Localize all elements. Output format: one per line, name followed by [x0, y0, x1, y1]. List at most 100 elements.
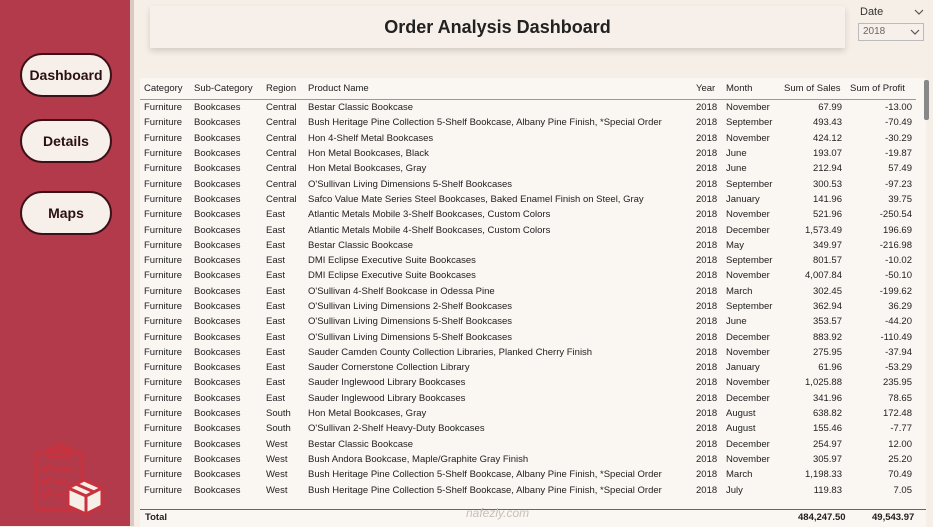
- table-cell: 638.82: [812, 408, 842, 420]
- table-cell: Bookcases: [194, 438, 241, 450]
- table-cell: O'Sullivan 4-Shelf Bookcase in Odessa Pi…: [308, 285, 495, 297]
- table-row[interactable]: Furniture Bookcases West Bush Heritage Pine…: [140, 482, 916, 497]
- data-table-container[interactable]: Category Sub-Category Region Product Nam…: [140, 78, 926, 526]
- table-cell: O'Sullivan Living Dimensions 5-Shelf Boo…: [308, 316, 513, 328]
- nav-details-button[interactable]: Details: [20, 119, 112, 163]
- column-header[interactable]: Region: [262, 78, 304, 100]
- orders-table: Category Sub-Category Region Product Nam…: [140, 78, 916, 498]
- table-cell: November: [726, 270, 770, 282]
- table-cell: Furniture: [144, 301, 183, 312]
- column-header[interactable]: Sum of Sales: [780, 78, 846, 100]
- table-cell: Furniture: [144, 148, 183, 160]
- table-row[interactable]: Furniture Bookcases Central Bestar Classic …: [140, 100, 916, 116]
- table-cell: Bookcases: [194, 102, 241, 114]
- table-cell: DMI Eclipse Executive Suite Bookcases: [308, 255, 476, 267]
- table-cell: 2018: [696, 392, 718, 404]
- table-cell: -30.29: [885, 132, 912, 144]
- column-header[interactable]: Month: [722, 78, 780, 100]
- table-cell: Sauder Camden County Collection Librarie…: [308, 346, 593, 358]
- nav-maps-button[interactable]: Maps: [20, 191, 112, 235]
- table-cell: 193.07: [812, 148, 842, 160]
- table-cell: 4,007.84: [805, 270, 842, 282]
- table-cell: 2018: [696, 102, 718, 114]
- table-cell: Bush Heritage Pine Collection 5-Shelf Bo…: [308, 117, 662, 129]
- table-cell: East: [266, 392, 286, 404]
- table-row[interactable]: Furniture Bookcases East O'Sullivan Living …: [140, 314, 916, 329]
- table-cell: November: [726, 346, 770, 358]
- table-cell: 2018: [696, 270, 718, 282]
- column-header[interactable]: Sum of Profit: [846, 78, 916, 100]
- table-cell: Hon Metal Bookcases, Gray: [308, 408, 427, 420]
- table-cell: 2018: [696, 438, 718, 450]
- table-cell: East: [266, 377, 286, 389]
- table-row[interactable]: Furniture Bookcases East O'Sullivan 4-Shelf…: [140, 284, 916, 299]
- table-row[interactable]: Furniture Bookcases Central Hon Metal Bookc…: [140, 146, 916, 161]
- column-header[interactable]: Year: [692, 78, 722, 100]
- table-cell: 305.97: [812, 453, 842, 465]
- chevron-down-icon[interactable]: [914, 8, 924, 16]
- table-cell: -44.20: [885, 316, 912, 328]
- table-row[interactable]: Furniture Bookcases East O'Sullivan Living …: [140, 329, 916, 344]
- table-cell: Furniture: [144, 423, 183, 435]
- column-header[interactable]: Sub-Category: [190, 78, 262, 100]
- table-row[interactable]: Furniture Bookcases Central Bush Heritage P…: [140, 115, 916, 130]
- table-row[interactable]: Furniture Bookcases East Sauder Cornerstone…: [140, 360, 916, 375]
- table-cell: 521.96: [812, 209, 842, 221]
- table-row[interactable]: Furniture Bookcases East O'Sullivan Living …: [140, 299, 916, 314]
- table-cell: Bookcases: [194, 346, 241, 358]
- table-row[interactable]: Furniture Bookcases East DMI Eclipse Execut…: [140, 268, 916, 283]
- table-cell: South: [266, 408, 291, 420]
- total-row: Total 484,247.50 49,543.97: [140, 509, 926, 527]
- table-cell: -7.77: [890, 423, 912, 435]
- table-cell: 172.48: [882, 408, 912, 420]
- table-row[interactable]: Furniture Bookcases East Bestar Classic Boo…: [140, 238, 916, 253]
- table-row[interactable]: Furniture Bookcases West Bush Andora Bookca…: [140, 452, 916, 467]
- table-cell: Central: [266, 163, 297, 175]
- table-row[interactable]: Furniture Bookcases West Bush Heritage Pine…: [140, 467, 916, 482]
- table-cell: January: [726, 362, 760, 374]
- table-cell: East: [266, 239, 286, 251]
- table-scrollbar[interactable]: [924, 80, 929, 120]
- date-filter-select[interactable]: 2018: [858, 23, 924, 41]
- table-cell: O'Sullivan Living Dimensions 5-Shelf Boo…: [308, 331, 513, 343]
- nav-dashboard-button[interactable]: Dashboard: [20, 53, 112, 97]
- table-row[interactable]: Furniture Bookcases East DMI Eclipse Execut…: [140, 253, 916, 268]
- table-row[interactable]: Furniture Bookcases East Sauder Inglewood L…: [140, 375, 916, 390]
- column-header[interactable]: Category: [140, 78, 190, 100]
- table-row[interactable]: Furniture Bookcases Central Safco Value Mat…: [140, 192, 916, 207]
- table-row[interactable]: Furniture Bookcases East Atlantic Metals Mo…: [140, 207, 916, 222]
- table-cell: Bookcases: [194, 285, 241, 297]
- table-cell: 67.99: [818, 102, 842, 114]
- table-row[interactable]: Furniture Bookcases West Bestar Classic Boo…: [140, 437, 916, 452]
- table-cell: Furniture: [144, 469, 183, 481]
- table-cell: June: [726, 316, 747, 328]
- column-header[interactable]: Product Name: [304, 78, 692, 100]
- table-cell: East: [266, 209, 286, 221]
- table-cell: Bookcases: [194, 209, 241, 221]
- table-row[interactable]: Furniture Bookcases South Hon Metal Bookcas…: [140, 406, 916, 421]
- table-row[interactable]: Furniture Bookcases Central Hon 4-Shelf Met…: [140, 131, 916, 146]
- table-cell: 2018: [696, 239, 718, 251]
- table-cell: 70.49: [888, 469, 912, 481]
- table-cell: O'Sullivan Living Dimensions 5-Shelf Boo…: [308, 178, 513, 190]
- table-cell: 883.92: [812, 331, 842, 343]
- table-cell: Bookcases: [194, 178, 241, 190]
- table-cell: 2018: [696, 255, 718, 267]
- table-row[interactable]: Furniture Bookcases South O'Sullivan 2-Shel…: [140, 421, 916, 436]
- table-cell: 2018: [696, 362, 718, 374]
- total-sales: 484,247.50: [798, 512, 846, 523]
- table-cell: 2018: [696, 117, 718, 129]
- table-row[interactable]: Furniture Bookcases East Sauder Inglewood L…: [140, 391, 916, 406]
- table-cell: 2018: [696, 484, 718, 496]
- table-row[interactable]: Furniture Bookcases East Atlantic Metals Mo…: [140, 222, 916, 237]
- table-row[interactable]: Furniture Bookcases East Sauder Camden Coun…: [140, 345, 916, 360]
- table-row[interactable]: Furniture Bookcases Central Hon Metal Bookc…: [140, 161, 916, 176]
- table-cell: Bookcases: [194, 270, 241, 282]
- table-cell: June: [726, 163, 747, 175]
- table-cell: -97.23: [885, 178, 912, 190]
- table-row[interactable]: Furniture Bookcases Central O'Sullivan Livi…: [140, 176, 916, 191]
- table-cell: June: [726, 148, 747, 160]
- table-cell: 362.94: [812, 301, 842, 312]
- table-cell: 2018: [696, 316, 718, 328]
- table-cell: November: [726, 377, 770, 389]
